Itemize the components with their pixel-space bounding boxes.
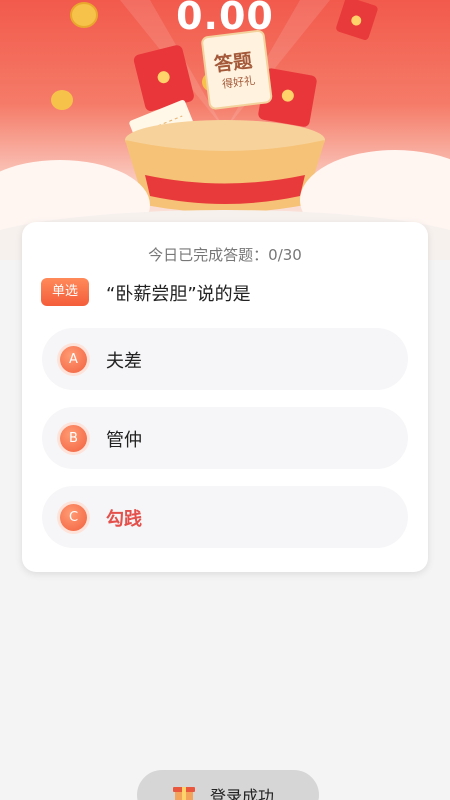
option-b-text: 管仲 [106, 430, 142, 451]
toast-text: 登录成功 [210, 787, 275, 800]
option-c-letter: C [60, 504, 87, 531]
option-c-text: 勾践 [106, 509, 142, 530]
gift-icon [173, 787, 195, 800]
hero-banner: 答题 得好礼 0.00 [0, 0, 450, 260]
question-text: “卧薪尝胆”说的是 [106, 284, 251, 305]
option-a[interactable]: A 夫差 [42, 328, 408, 390]
question-type-badge: 单选 [41, 278, 89, 306]
option-a-text: 夫差 [106, 351, 142, 372]
quiz-card: 今日已完成答题：0/30 单选 “卧薪尝胆”说的是 A 夫差 B 管仲 C 勾践 [22, 222, 428, 572]
option-b-letter: B [60, 425, 87, 452]
option-c[interactable]: C 勾践 [42, 486, 408, 548]
balance-amount: 0.00 [176, 0, 274, 38]
login-success-toast: 登录成功 [137, 770, 319, 800]
option-b[interactable]: B 管仲 [42, 407, 408, 469]
quiz-progress: 今日已完成答题：0/30 [148, 246, 302, 264]
option-a-letter: A [60, 346, 87, 373]
gift-box-illustration [0, 0, 450, 260]
